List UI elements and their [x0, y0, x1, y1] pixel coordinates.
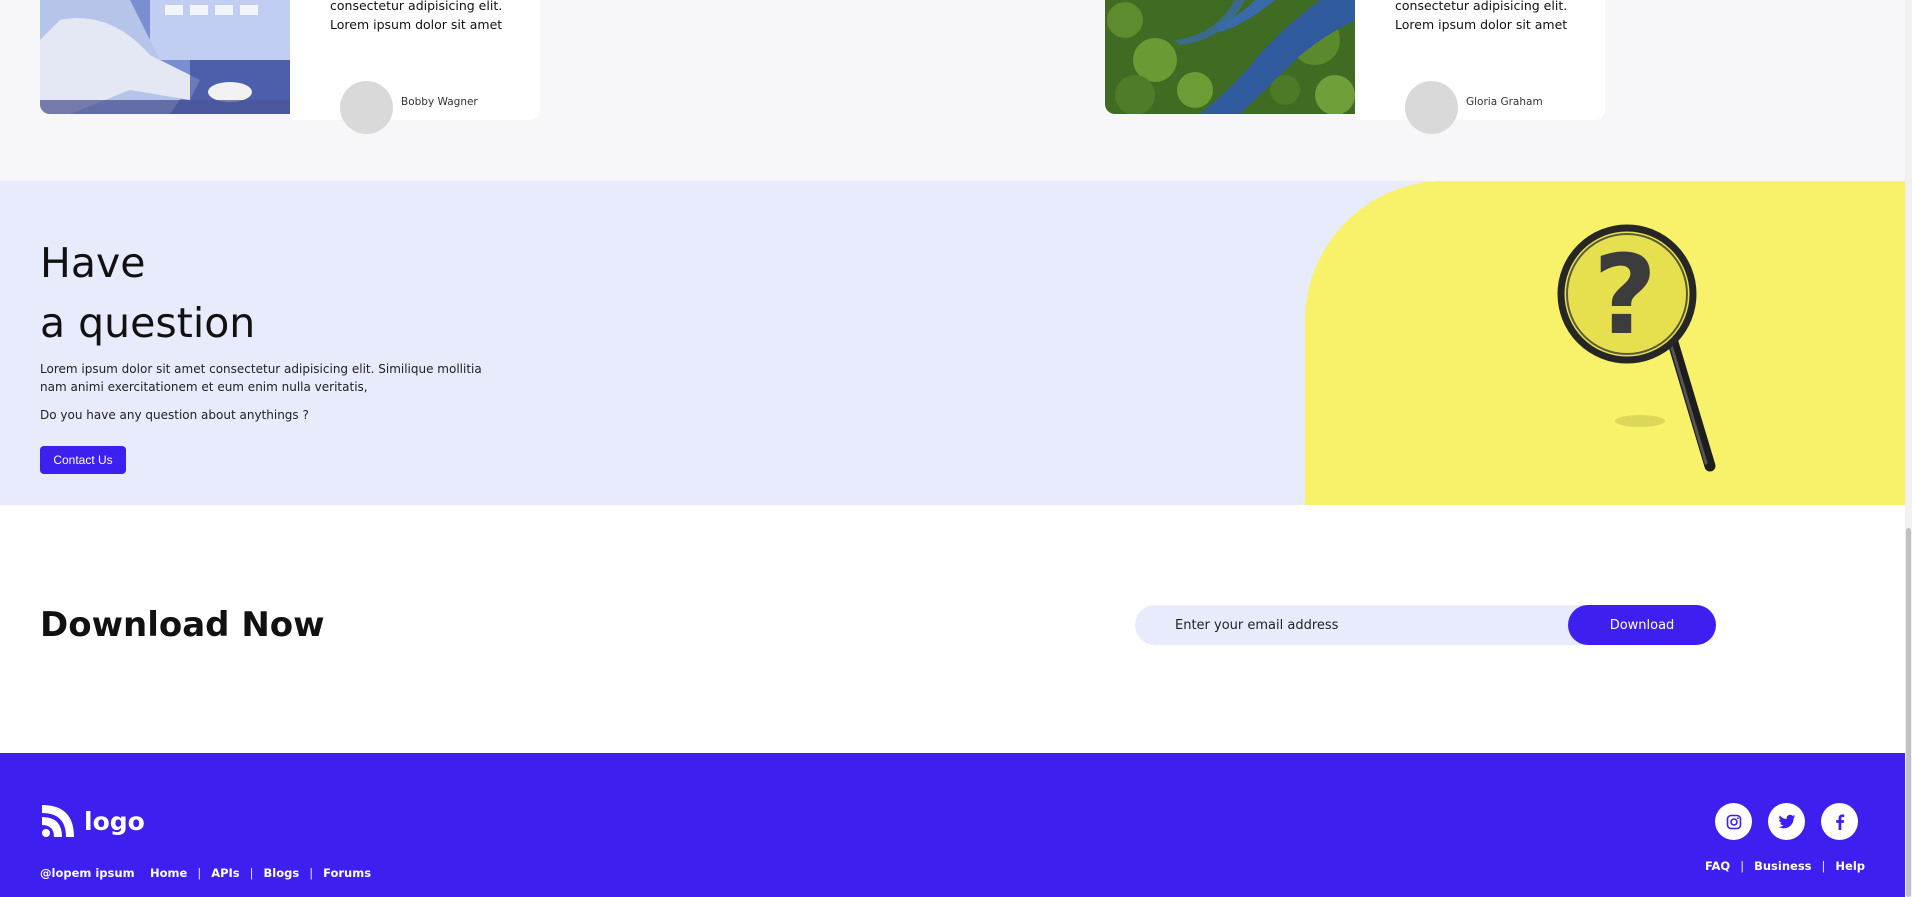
footer-link-business[interactable]: Business — [1754, 859, 1811, 873]
author-name: Bobby Wagner — [401, 96, 478, 108]
download-button[interactable]: Download — [1568, 605, 1716, 645]
facebook-button[interactable] — [1821, 803, 1858, 840]
footer-nav-home[interactable]: Home — [150, 866, 187, 880]
river-forest-aerial-photo — [1105, 0, 1355, 114]
instagram-button[interactable] — [1715, 803, 1752, 840]
footer-nav-forums[interactable]: Forums — [323, 866, 371, 880]
email-input[interactable] — [1175, 605, 1555, 645]
office-computer-photo — [40, 0, 290, 114]
footer-link-faq[interactable]: FAQ — [1705, 859, 1730, 873]
testimonial-text-line: consectetur adipisicing elit. — [1395, 0, 1568, 13]
download-title: Download Now — [40, 605, 325, 645]
logo-text: logo — [84, 806, 145, 836]
question-section: Have a question Lorem ipsum dolor sit am… — [0, 181, 1905, 505]
copyright: @lopem ipsum — [40, 866, 135, 880]
twitter-button[interactable] — [1768, 803, 1805, 840]
testimonial-text-line: consectetur adipisicing elit. — [330, 0, 503, 13]
twitter-icon — [1777, 814, 1795, 828]
footer-logo[interactable]: logo — [40, 803, 145, 839]
testimonial-text-line: Lorem ipsum dolor sit amet — [330, 17, 503, 32]
question-mark: ? — [1593, 231, 1657, 359]
testimonial-body: consectetur adipisicing elit. Lorem ipsu… — [1355, 0, 1605, 134]
question-description: Lorem ipsum dolor sit amet consectetur a… — [40, 362, 482, 394]
footer: logo @lopem ipsum Home | APIs | Blogs | … — [0, 753, 1905, 897]
footer-nav-blogs[interactable]: Blogs — [264, 866, 300, 880]
link-separator: | — [1740, 859, 1745, 873]
instagram-icon — [1726, 814, 1741, 829]
contact-us-button[interactable]: Contact Us — [40, 446, 126, 474]
facebook-icon — [1835, 813, 1844, 830]
testimonial-image — [1105, 0, 1355, 114]
testimonials-section: consectetur adipisicing elit. Lorem ipsu… — [0, 0, 1905, 181]
logo-icon — [42, 805, 74, 837]
scrollbar-thumb[interactable] — [1906, 528, 1911, 897]
nav-separator: | — [197, 866, 202, 880]
testimonial-text: consectetur adipisicing elit. Lorem ipsu… — [330, 0, 530, 34]
avatar — [340, 81, 393, 134]
download-section: Download Now Download — [0, 505, 1905, 753]
footer-links: FAQ | Business | Help — [1705, 859, 1865, 873]
author-name: Gloria Graham — [1466, 96, 1543, 108]
question-title-line: a question — [40, 299, 256, 347]
nav-separator: | — [249, 866, 254, 880]
footer-link-help[interactable]: Help — [1835, 859, 1865, 873]
magnifier-image: ? — [1305, 181, 1905, 505]
social-links — [1715, 803, 1858, 840]
testimonial-text: consectetur adipisicing elit. Lorem ipsu… — [1395, 0, 1595, 34]
download-form: Download — [1135, 605, 1716, 645]
nav-separator: | — [309, 866, 314, 880]
question-prompt: Do you have any question about anythings… — [40, 408, 309, 422]
footer-nav: Home | APIs | Blogs | Forums — [150, 866, 371, 880]
magnifier-icon: ? — [1305, 181, 1905, 505]
testimonial-text-line: Lorem ipsum dolor sit amet — [1395, 17, 1568, 32]
avatar — [1405, 81, 1458, 134]
footer-nav-apis[interactable]: APIs — [211, 866, 239, 880]
testimonial-image — [40, 0, 290, 114]
testimonial-body: consectetur adipisicing elit. Lorem ipsu… — [290, 0, 540, 134]
question-title-line: Have — [40, 239, 146, 287]
question-title: Have a question — [40, 233, 255, 353]
link-separator: | — [1821, 859, 1826, 873]
